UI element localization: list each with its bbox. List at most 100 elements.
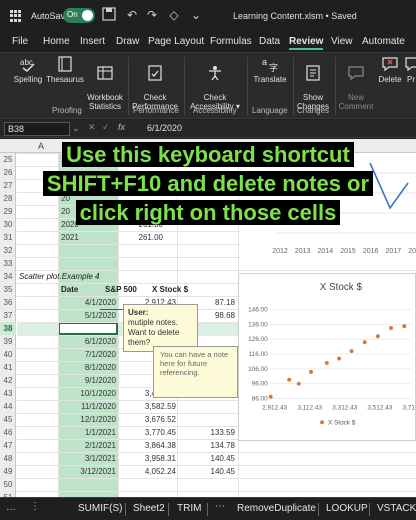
menu-review[interactable]: Review — [289, 36, 324, 50]
tab-scroll-dots-icon[interactable]: ⋯ — [215, 501, 225, 512]
check-performance-button[interactable]: Check Performance — [131, 55, 179, 111]
tabs-overflow-icon[interactable]: … — [6, 502, 16, 513]
formula-input[interactable]: 6/1/2020 — [147, 123, 182, 133]
menu-formulas[interactable]: Formulas — [210, 36, 252, 47]
row-header-49[interactable]: 49 — [0, 465, 16, 478]
date-cell[interactable]: 7/1/2020 — [61, 348, 116, 361]
app-launcher-icon[interactable] — [10, 10, 22, 22]
check-accessibility-button[interactable]: Check Accessibility ▾ — [187, 55, 243, 111]
value-cell[interactable] — [117, 205, 163, 218]
column-header-a[interactable]: A — [38, 141, 44, 151]
sp500-cell[interactable]: 4,052.24 — [118, 465, 176, 478]
row-header-36[interactable]: 36 — [0, 296, 16, 309]
undo-icon[interactable]: ↶ — [124, 7, 140, 23]
date-cell[interactable]: 2/1/2021 — [61, 439, 116, 452]
document-title[interactable]: Learning Content.xlsm • Saved — [233, 11, 357, 21]
menu-draw[interactable]: Draw — [116, 36, 139, 47]
menu-automate[interactable]: Automate — [362, 36, 405, 47]
year-cell[interactable]: 2020 — [61, 218, 101, 231]
row-header-50[interactable]: 50 — [0, 478, 16, 491]
menu-view[interactable]: View — [331, 36, 353, 47]
xstock-cell[interactable]: 140.45 — [177, 465, 235, 478]
date-cell[interactable]: 5/1/2020 — [61, 309, 116, 322]
more-sheets-icon[interactable]: ⋮ — [30, 501, 40, 512]
name-box-dropdown-icon[interactable]: ⌄ — [72, 123, 80, 134]
header-xstock-cell[interactable]: X Stock $ — [152, 283, 212, 296]
row-header-30[interactable]: 30 — [0, 218, 16, 231]
row-header-43[interactable]: 43 — [0, 387, 16, 400]
tab-sheet2[interactable]: Sheet2 — [133, 503, 165, 514]
cell-note[interactable]: User: mutiple notes. Want to delete them… — [123, 304, 198, 352]
tab-vstack[interactable]: VSTACK — [377, 503, 416, 514]
sp500-cell[interactable]: 3,864.38 — [118, 439, 176, 452]
date-cell[interactable]: 12/1/2020 — [61, 413, 116, 426]
show-changes-button[interactable]: Show Changes — [296, 55, 330, 111]
menu-page-layout[interactable]: Page Layout — [148, 36, 204, 47]
sp500-cell[interactable]: 3,770.45 — [118, 426, 176, 439]
date-cell[interactable]: 3/1/2021 — [61, 452, 116, 465]
cancel-icon[interactable]: ✕ — [88, 122, 96, 133]
row-header-35[interactable]: 35 — [0, 283, 16, 296]
row-header-33[interactable]: 33 — [0, 257, 16, 270]
xstock-cell[interactable] — [177, 413, 235, 426]
date-cell[interactable]: 8/1/2020 — [61, 361, 116, 374]
header-sp500-cell[interactable]: S&P 500 — [105, 283, 155, 296]
translate-button[interactable]: a字 Translate — [250, 55, 290, 84]
value-cell[interactable]: 261.00 — [117, 218, 163, 231]
redo-icon[interactable]: ↷ — [144, 7, 160, 23]
save-icon[interactable] — [101, 7, 117, 23]
insert-function-icon[interactable]: fx — [118, 122, 125, 132]
date-cell[interactable]: 11/1/2020 — [61, 400, 116, 413]
row-header-31[interactable]: 31 — [0, 231, 16, 244]
date-cell[interactable] — [61, 322, 116, 335]
scatter-chart[interactable]: X Stock $ 86.00 96.00 106.00 116.00 126.00 136… — [238, 273, 416, 441]
chevron-down-icon[interactable]: ⌄ — [188, 7, 204, 23]
previous-comment-button[interactable]: Pr — [404, 55, 416, 84]
date-cell[interactable]: 9/1/2020 — [61, 374, 116, 387]
cell-note-secondary[interactable]: You can have a note here for future refe… — [153, 346, 238, 398]
menu-file[interactable]: File — [12, 36, 28, 47]
xstock-cell[interactable]: 140.45 — [177, 452, 235, 465]
row-header-40[interactable]: 40 — [0, 348, 16, 361]
tab-lookup[interactable]: LOOKUP — [326, 503, 368, 514]
row-header-42[interactable]: 42 — [0, 374, 16, 387]
row-header-48[interactable]: 48 — [0, 452, 16, 465]
row-header-44[interactable]: 44 — [0, 400, 16, 413]
enter-icon[interactable]: ✓ — [102, 122, 110, 133]
line-chart[interactable]: 2012 2013 2014 2015 2016 2017 2018 — [240, 153, 416, 263]
row-header-37[interactable]: 37 — [0, 309, 16, 322]
xstock-cell[interactable] — [177, 400, 235, 413]
sp500-cell[interactable]: 3,676.52 — [118, 413, 176, 426]
row-header-32[interactable]: 32 — [0, 244, 16, 257]
format-painter-icon[interactable]: ◇ — [166, 7, 182, 23]
row-header-26[interactable]: 26 — [0, 166, 16, 179]
new-comment-button[interactable]: New Comment — [338, 55, 374, 111]
date-cell[interactable]: 3/12/2021 — [61, 465, 116, 478]
spelling-button[interactable]: abc Spelling — [12, 55, 44, 84]
menu-home[interactable]: Home — [43, 36, 70, 47]
column-header-d[interactable]: D — [196, 141, 203, 151]
row-header-41[interactable]: 41 — [0, 361, 16, 374]
row-header-38[interactable]: 38 — [0, 322, 16, 335]
date-cell[interactable]: 4/1/2020 — [61, 296, 116, 309]
date-cell[interactable]: 1/1/2021 — [61, 426, 116, 439]
row-header-39[interactable]: 39 — [0, 335, 16, 348]
row-header-45[interactable]: 45 — [0, 413, 16, 426]
xstock-cell[interactable]: 134.78 — [177, 439, 235, 452]
menu-insert[interactable]: Insert — [80, 36, 105, 47]
tab-trim[interactable]: TRIM — [177, 503, 201, 514]
menu-data[interactable]: Data — [259, 36, 280, 47]
example-label-cell[interactable]: Scatter plot.Example 4 — [19, 270, 129, 283]
date-cell[interactable]: 10/1/2020 — [61, 387, 116, 400]
year-cell[interactable]: 20 — [61, 205, 101, 218]
tab-removeduplicate[interactable]: RemoveDuplicate — [237, 503, 316, 514]
column-header-b[interactable]: B — [80, 141, 86, 151]
year-cell[interactable]: 20 — [61, 192, 101, 205]
xstock-cell[interactable]: 133.59 — [177, 426, 235, 439]
delete-comment-button[interactable]: Delete — [376, 55, 404, 84]
value-cell[interactable]: 261.00 — [117, 231, 163, 244]
name-box[interactable]: B38 — [4, 122, 70, 136]
thesaurus-button[interactable]: Thesaurus — [46, 55, 84, 84]
column-header-c[interactable]: C — [140, 141, 147, 151]
row-header-28[interactable]: 28 — [0, 192, 16, 205]
